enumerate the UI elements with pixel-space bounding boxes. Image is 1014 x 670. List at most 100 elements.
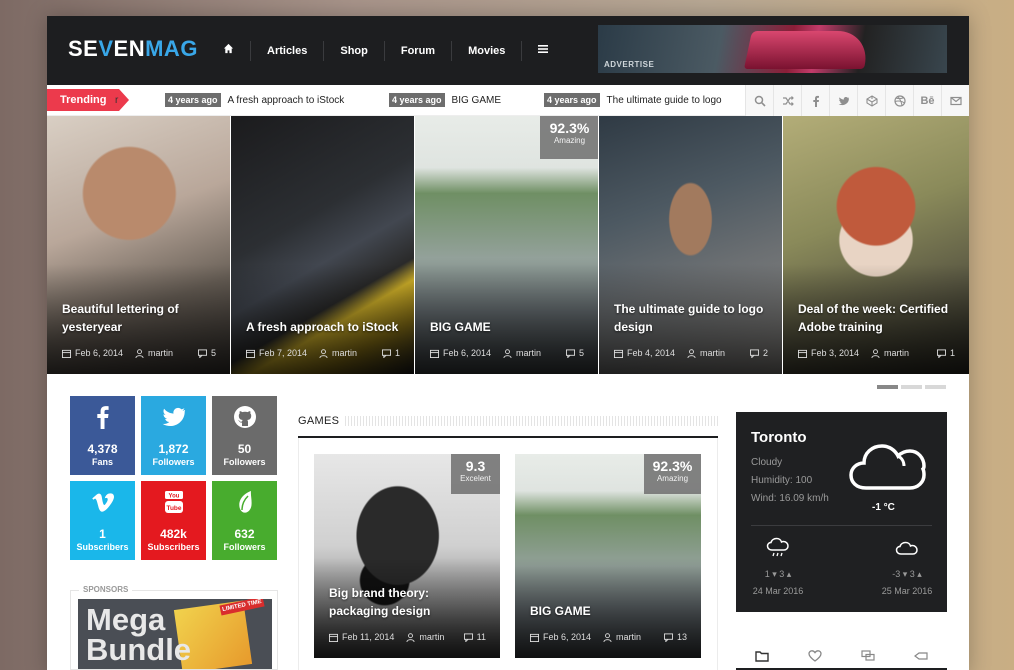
nav-shop[interactable]: Shop bbox=[323, 40, 384, 61]
forecast-temps: -3 ▾ 3 ▴ bbox=[892, 569, 922, 579]
comment-icon bbox=[463, 632, 473, 642]
post-comments[interactable]: 5 bbox=[197, 348, 216, 358]
slide-comments: 1 bbox=[949, 348, 955, 358]
behance-link[interactable]: Bē bbox=[913, 85, 941, 116]
weather-humidity: Humidity: 100 bbox=[751, 475, 813, 486]
game-title: Big brand theory: packaging design bbox=[329, 586, 431, 618]
tab-tags[interactable] bbox=[906, 641, 936, 670]
trending-bar: Trending r 4 years ago A fresh approach … bbox=[47, 85, 969, 116]
weather-widget: Toronto Cloudy Humidity: 100 Wind: 16.09… bbox=[736, 412, 947, 612]
game-card[interactable]: 92.3% Amazing BIG GAME Feb 6, 2014 marti… bbox=[515, 454, 701, 658]
search-icon bbox=[754, 95, 766, 107]
social-counter-github[interactable]: 50 Followers bbox=[212, 396, 277, 475]
slide-card[interactable]: The ultimate guide to logo design Feb 4,… bbox=[599, 116, 783, 374]
post-author[interactable]: martin bbox=[406, 632, 444, 642]
post-comments[interactable]: 5 bbox=[565, 348, 584, 358]
tab-popular[interactable] bbox=[800, 641, 830, 670]
nav-menu[interactable] bbox=[521, 40, 564, 61]
trending-age-badge: 4 years ago bbox=[389, 93, 445, 107]
header-advert[interactable]: ADVERTISE bbox=[598, 25, 947, 73]
nav-movies[interactable]: Movies bbox=[451, 40, 521, 61]
social-counters: 4,378 Fans 1,872 Followers 50 Followers … bbox=[70, 396, 280, 560]
post-comments[interactable]: 11 bbox=[463, 632, 486, 642]
site-header: SEVENMAG Articles Shop Forum Movies ADVE… bbox=[47, 16, 969, 85]
facebook-link[interactable] bbox=[801, 85, 829, 116]
social-label: Followers bbox=[152, 457, 195, 467]
slide-meta: Feb 4, 2014 martin 2 bbox=[614, 348, 768, 358]
post-author[interactable]: martin bbox=[687, 348, 725, 358]
trending-title: The ultimate guide to logo bbox=[606, 94, 722, 106]
forecast-date: 25 Mar 2016 bbox=[881, 586, 933, 596]
heart-icon bbox=[808, 650, 822, 662]
slider-dot[interactable] bbox=[925, 385, 946, 389]
slide-card[interactable]: A fresh approach to iStock Feb 7, 2014 m… bbox=[231, 116, 415, 374]
post-author[interactable]: martin bbox=[603, 632, 641, 642]
codepen-link[interactable] bbox=[857, 85, 885, 116]
forecast-date: 24 Mar 2016 bbox=[752, 586, 804, 596]
social-label: Followers bbox=[223, 542, 266, 552]
weather-city: Toronto bbox=[751, 429, 807, 446]
trending-item[interactable]: 4 years ago A fresh approach to iStock bbox=[165, 93, 344, 107]
comment-icon bbox=[565, 348, 575, 358]
email-link[interactable] bbox=[941, 85, 969, 116]
featured-slider: Beautiful lettering of yesteryear Feb 6,… bbox=[47, 116, 969, 374]
rain-cloud-icon bbox=[766, 537, 789, 557]
sponsor-banner[interactable]: Mega Bundle LIMITED TIME bbox=[78, 599, 272, 669]
slide-comments: 1 bbox=[394, 348, 400, 358]
post-comments[interactable]: 13 bbox=[663, 632, 687, 642]
social-counter-vimeo[interactable]: 1 Subscribers bbox=[70, 481, 135, 560]
post-author[interactable]: martin bbox=[319, 348, 357, 358]
tab-comments[interactable] bbox=[853, 641, 883, 670]
sponsor-banner-text: Mega Bundle bbox=[86, 604, 191, 665]
social-label: Subscribers bbox=[76, 542, 129, 552]
social-counter-facebook[interactable]: 4,378 Fans bbox=[70, 396, 135, 475]
review-score-value: 9.3 bbox=[465, 458, 486, 474]
tab-recent[interactable] bbox=[747, 641, 777, 670]
social-count: 4,378 bbox=[87, 442, 118, 456]
folder-icon bbox=[755, 651, 770, 662]
facebook-icon bbox=[812, 95, 819, 107]
post-author[interactable]: martin bbox=[135, 348, 173, 358]
post-author[interactable]: martin bbox=[503, 348, 541, 358]
trending-item[interactable]: 4 years ago BIG GAME bbox=[389, 93, 501, 107]
social-counter-twitter[interactable]: 1,872 Followers bbox=[141, 396, 206, 475]
slide-author: martin bbox=[700, 348, 726, 358]
games-header: GAMES bbox=[298, 412, 718, 429]
review-score: 92.3% Amazing bbox=[540, 116, 598, 159]
game-comments: 11 bbox=[476, 632, 486, 642]
social-counter-youtube[interactable]: You Tube 482k Subscribers bbox=[141, 481, 206, 560]
social-count: 1,872 bbox=[158, 442, 189, 456]
social-counter-envato[interactable]: 632 Followers bbox=[212, 481, 277, 560]
post-date: Feb 3, 2014 bbox=[798, 348, 859, 358]
site-logo[interactable]: SEVENMAG bbox=[68, 36, 198, 62]
nav-articles[interactable]: Articles bbox=[250, 40, 323, 61]
trending-age-badge: 4 years ago bbox=[544, 93, 600, 107]
post-date: Feb 7, 2014 bbox=[246, 348, 307, 358]
comment-icon bbox=[197, 348, 207, 358]
page: SEVENMAG Articles Shop Forum Movies ADVE… bbox=[47, 16, 969, 670]
trending-age-badge: 4 years ago bbox=[165, 93, 221, 107]
slide-card[interactable]: Deal of the week: Certified Adobe traini… bbox=[783, 116, 969, 374]
slide-card[interactable]: Beautiful lettering of yesteryear Feb 6,… bbox=[47, 116, 231, 374]
post-author[interactable]: martin bbox=[871, 348, 909, 358]
slide-card[interactable]: 92.3% Amazing BIG GAME Feb 6, 2014 marti… bbox=[415, 116, 599, 374]
review-score-label: Amazing bbox=[656, 474, 689, 483]
slide-meta: Feb 6, 2014 martin 5 bbox=[430, 348, 584, 358]
nav-home[interactable] bbox=[207, 41, 250, 61]
search-button[interactable] bbox=[745, 85, 773, 116]
review-score-label: Amazing bbox=[553, 136, 586, 145]
dribbble-link[interactable] bbox=[885, 85, 913, 116]
slider-dot[interactable] bbox=[901, 385, 922, 389]
slide-title: Deal of the week: Certified Adobe traini… bbox=[798, 302, 949, 334]
post-comments[interactable]: 2 bbox=[749, 348, 768, 358]
logo-text-accent: V bbox=[98, 36, 114, 61]
nav-forum[interactable]: Forum bbox=[383, 40, 451, 61]
random-post-button[interactable] bbox=[773, 85, 801, 116]
post-comments[interactable]: 1 bbox=[936, 348, 955, 358]
calendar-icon bbox=[62, 349, 71, 358]
game-card[interactable]: 9.3 Excelent Big brand theory: packaging… bbox=[314, 454, 500, 658]
post-comments[interactable]: 1 bbox=[381, 348, 400, 358]
slider-dot[interactable] bbox=[877, 385, 898, 389]
twitter-link[interactable] bbox=[829, 85, 857, 116]
trending-item[interactable]: 4 years ago The ultimate guide to logo bbox=[544, 93, 722, 107]
